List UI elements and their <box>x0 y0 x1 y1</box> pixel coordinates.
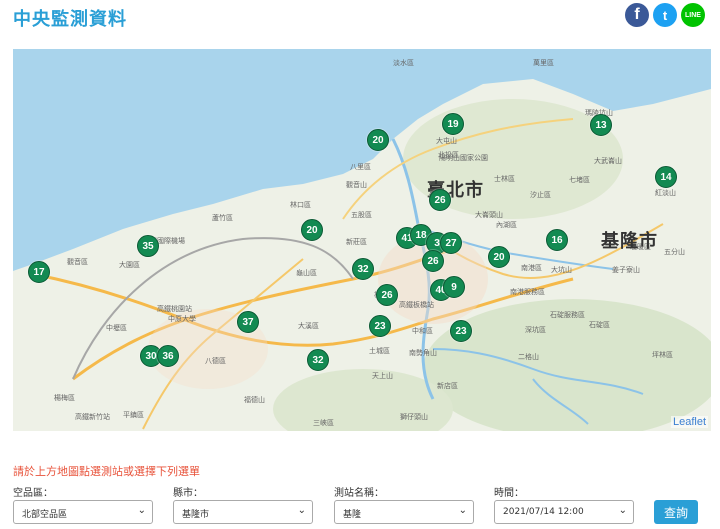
air-quality-region-value: 北部空品區 <box>22 510 68 520</box>
place-label: 蘆竹區 <box>212 214 233 222</box>
line-share-button[interactable]: LINE <box>681 3 705 27</box>
page-title: 中央監測資料 <box>13 9 127 30</box>
place-label: 大屯山 <box>436 137 457 145</box>
place-label: 林口區 <box>290 201 311 209</box>
facebook-icon: f <box>634 6 640 23</box>
leaflet-attribution-link[interactable]: Leaflet <box>670 416 708 428</box>
place-label: 新店區 <box>437 382 458 390</box>
station-marker[interactable]: 26 <box>429 189 451 211</box>
place-label: 深坑區 <box>525 326 546 334</box>
place-label: 姜子寮山 <box>612 266 640 274</box>
station-marker[interactable]: 20 <box>367 129 389 151</box>
station-marker[interactable]: 9 <box>443 276 465 298</box>
place-label: 土城區 <box>369 347 390 355</box>
place-label: 石碇服務區 <box>550 311 585 319</box>
station-marker[interactable]: 32 <box>307 349 329 371</box>
place-label: 大溪區 <box>298 322 319 330</box>
time-select[interactable]: 2021/07/14 12:00 ⌄ <box>494 500 634 524</box>
place-label: 坪林區 <box>652 351 673 359</box>
form-instruction: 請於上方地圖點選測站或選擇下列選單 <box>13 465 200 478</box>
place-label: 大武崙山 <box>594 157 622 165</box>
place-label: 淡水區 <box>393 59 414 67</box>
place-label: 新莊區 <box>346 238 367 246</box>
station-map[interactable]: 淡水區大屯山陽明山國家公園八里區觀音山五股區林口區新莊區龜山區板橋區中和區土城區… <box>13 49 711 431</box>
chevron-down-icon: ⌄ <box>297 505 306 516</box>
station-marker[interactable]: 13 <box>590 114 612 136</box>
place-label: 士林區 <box>494 175 515 183</box>
place-label: 龜山區 <box>296 269 317 277</box>
place-label: 五分山 <box>664 248 685 256</box>
place-label: 南港服務區 <box>510 288 545 296</box>
place-label: 七堵區 <box>569 176 590 184</box>
air-quality-region-label: 空品區： <box>13 488 53 499</box>
station-name-select[interactable]: 基隆 ⌄ <box>334 500 474 524</box>
twitter-share-button[interactable]: t <box>653 3 677 27</box>
place-label: 汐止區 <box>530 191 551 199</box>
place-label: 紅淡山 <box>655 189 676 197</box>
time-value: 2021/07/14 12:00 <box>503 507 584 517</box>
place-label: 中和區 <box>412 327 433 335</box>
station-marker[interactable]: 17 <box>28 261 50 283</box>
station-marker[interactable]: 27 <box>440 232 462 254</box>
place-label: 石碇區 <box>589 321 610 329</box>
place-label: 北投區 <box>438 151 459 159</box>
place-label: 天上山 <box>372 372 393 380</box>
station-marker[interactable]: 26 <box>422 250 444 272</box>
place-label: 中原大學 <box>168 315 196 323</box>
station-marker[interactable]: 20 <box>301 219 323 241</box>
county-label: 縣市： <box>173 488 203 499</box>
air-quality-region-select[interactable]: 北部空品區 ⌄ <box>13 500 153 524</box>
place-label: 內湖區 <box>496 221 517 229</box>
place-label: 大園區 <box>119 261 140 269</box>
place-label: 觀音區 <box>67 258 88 266</box>
station-marker[interactable]: 19 <box>442 113 464 135</box>
place-label: 大坑山 <box>551 266 572 274</box>
station-marker[interactable]: 35 <box>137 235 159 257</box>
place-label: 獅仔頭山 <box>400 413 428 421</box>
station-name-label: 測站名稱： <box>334 488 384 499</box>
time-label: 時間： <box>494 488 524 499</box>
station-marker[interactable]: 14 <box>655 166 677 188</box>
place-label: 高鐵桃園站 <box>157 305 192 313</box>
station-marker[interactable]: 20 <box>488 246 510 268</box>
chevron-down-icon: ⌄ <box>618 505 627 516</box>
place-label: 萬里區 <box>533 59 554 67</box>
chevron-down-icon: ⌄ <box>137 505 146 516</box>
place-label: 高鐵板橋站 <box>399 301 434 309</box>
place-label: 八德區 <box>205 357 226 365</box>
county-value: 基隆市 <box>182 510 210 520</box>
city-label: 基隆市 <box>601 231 658 252</box>
county-select[interactable]: 基隆市 ⌄ <box>173 500 313 524</box>
station-marker[interactable]: 16 <box>546 229 568 251</box>
facebook-share-button[interactable]: f <box>625 3 649 27</box>
station-marker[interactable]: 36 <box>157 345 179 367</box>
twitter-icon: t <box>662 7 668 23</box>
station-marker[interactable]: 23 <box>369 315 391 337</box>
place-label: 南勢角山 <box>409 349 437 357</box>
place-label: 高鐵新竹站 <box>75 413 110 421</box>
place-label: 三峽區 <box>313 419 334 427</box>
line-icon: LINE <box>685 11 701 19</box>
place-label: 福德山 <box>244 396 265 404</box>
station-marker[interactable]: 26 <box>376 284 398 306</box>
place-label: 中壢區 <box>106 324 127 332</box>
station-marker[interactable]: 23 <box>450 320 472 342</box>
query-button[interactable]: 查詢 <box>654 500 698 524</box>
place-label: 楊梅區 <box>54 394 75 402</box>
chevron-down-icon: ⌄ <box>458 505 467 516</box>
place-label: 五股區 <box>351 211 372 219</box>
place-label: 二格山 <box>518 353 539 361</box>
station-name-value: 基隆 <box>343 510 362 520</box>
place-label: 南港區 <box>521 264 542 272</box>
place-label: 平鎮區 <box>123 411 144 419</box>
station-marker[interactable]: 32 <box>352 258 374 280</box>
place-label: 八里區 <box>350 163 371 171</box>
page-header: 中央監測資料 f t LINE <box>0 0 720 38</box>
place-label: 觀音山 <box>346 181 367 189</box>
place-label: 大崙頭山 <box>475 211 503 219</box>
station-marker[interactable]: 37 <box>237 311 259 333</box>
